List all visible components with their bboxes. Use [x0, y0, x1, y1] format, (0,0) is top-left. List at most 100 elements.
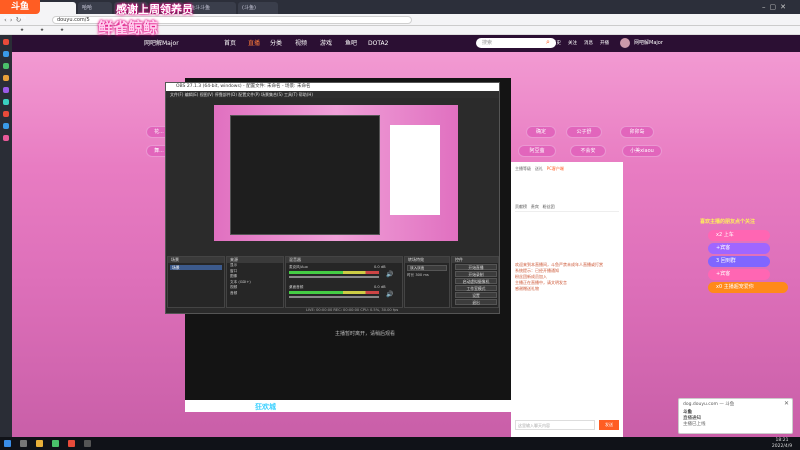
menu-pill[interactable]: 小美xiaou — [622, 145, 662, 157]
source-list: 显示 窗口 图像 文本 (GDI+) 视频 音频 — [227, 263, 283, 296]
app-icon[interactable] — [52, 440, 59, 447]
app-icon[interactable] — [3, 135, 9, 141]
header-download[interactable]: 下载 — [534, 39, 543, 48]
volume-slider[interactable] — [289, 276, 379, 278]
duration-label: 时长 — [407, 273, 415, 277]
nav-game[interactable]: 游戏 — [320, 39, 332, 48]
header-messages[interactable]: 消息 — [584, 39, 593, 48]
tab-label: 哈哈 — [82, 5, 93, 11]
app-icon[interactable] — [3, 87, 9, 93]
nav-live[interactable]: 直播 — [248, 39, 260, 48]
search-icon[interactable] — [20, 440, 27, 447]
promo-text-line1: 感谢上周领养员 — [116, 3, 193, 16]
menu-pill[interactable]: 确定 — [526, 126, 556, 138]
tab-label: (斗鱼) — [242, 5, 256, 11]
dock-sources: 来源 显示 窗口 图像 文本 (GDI+) 视频 音频 — [226, 256, 284, 308]
menu-pill[interactable]: 卯卯岛 — [620, 126, 654, 138]
speaker-icon[interactable]: 🔊 — [386, 271, 393, 278]
badge: 3 回到群 — [708, 256, 770, 267]
app-icon[interactable] — [3, 75, 9, 81]
tab-label: 鱼斗斗鱼 — [190, 5, 211, 11]
exit-button[interactable]: 退出 — [455, 299, 497, 305]
app-icon[interactable] — [3, 63, 9, 69]
app-icon[interactable] — [3, 99, 9, 105]
app-icon[interactable] — [3, 51, 9, 57]
badge: x2 上车 — [708, 230, 770, 241]
user-name[interactable]: 网吧解Major — [634, 39, 663, 48]
folder-icon[interactable] — [36, 440, 43, 447]
douyu-logo[interactable]: 斗鱼 — [0, 0, 40, 14]
clock[interactable]: 18:21 2022/4/9 — [766, 438, 798, 449]
badge: x0 主播超宠爱你 — [708, 282, 788, 293]
mixer-track-label: 桌面音频 — [289, 285, 304, 289]
header-follow[interactable]: 关注 — [568, 39, 577, 48]
dock-title: 控件 — [452, 257, 498, 263]
obs-icon[interactable] — [84, 440, 91, 447]
window-controls[interactable]: –▢✕ — [762, 2, 798, 12]
search-input[interactable]: 搜索 — [476, 38, 556, 48]
tab-1[interactable]: 哈哈 — [78, 2, 112, 14]
studio-mode-button[interactable]: 工作室模式 — [455, 285, 497, 291]
nav-video[interactable]: 视频 — [295, 39, 307, 48]
dock-title: 场景 — [168, 257, 224, 263]
header-history[interactable]: 历史 — [552, 39, 561, 48]
nested-chat — [390, 125, 440, 215]
player-bottom-label: 狂欢城 — [255, 403, 276, 411]
app-icon[interactable] — [3, 111, 9, 117]
menu-pill[interactable]: 公子舒 — [566, 126, 602, 138]
nav-category[interactable]: 分类 — [270, 39, 282, 48]
bookmark[interactable]: ★ — [60, 27, 64, 34]
nav-dota2[interactable]: DOTA2 — [368, 39, 388, 48]
obs-window[interactable]: OBS 27.1.3 (64-bit, windows) - 配置文件: 未命名… — [165, 82, 500, 314]
bookmark[interactable]: ★ — [20, 27, 24, 34]
stat-gift: 送礼 — [534, 166, 543, 171]
promo-text-line2: 鲜雀鲸鲸 — [98, 19, 159, 37]
duration-value[interactable]: 300 ms — [415, 273, 428, 277]
notification-toast[interactable]: dog.douyu.com — 斗鱼 斗鱼 直播通知 主播已上线 ✕ — [678, 398, 793, 434]
chat-stats: 主播等级 送礼 PC客户端 — [515, 166, 619, 178]
taskbar: 18:21 2022/4/9 — [0, 437, 800, 450]
browser-icon[interactable] — [68, 440, 75, 447]
volume-meter — [289, 291, 379, 294]
start-recording-button[interactable]: 开始录制 — [455, 271, 497, 277]
start-icon[interactable] — [4, 440, 11, 447]
source-item[interactable]: 音频 — [230, 291, 283, 297]
chat-messages: 欢迎来到本直播间，斗鱼严禁未成年人直播或打赏 系统提示：已经开播通知 粉丝团新成… — [515, 262, 619, 382]
dock-transitions: 转场特效 淡入淡出 时长 300 ms — [404, 256, 450, 308]
transition-select[interactable]: 淡入淡出 — [407, 265, 447, 271]
header-broadcast[interactable]: 开播 — [600, 39, 609, 48]
tab-contribution[interactable]: 贡献榜 — [515, 204, 527, 209]
tab-fanclub[interactable]: 粉丝团 — [543, 204, 555, 209]
nav-yuba[interactable]: 鱼吧 — [345, 39, 357, 48]
player-footer — [185, 400, 511, 412]
search-icon[interactable]: ⌕ — [546, 38, 550, 47]
chat-input[interactable]: 这里输入聊天内容 — [515, 420, 595, 430]
bookmark[interactable]: ★ — [40, 27, 44, 34]
obs-preview — [214, 105, 458, 241]
start-streaming-button[interactable]: 开始直播 — [455, 264, 497, 270]
nav-home[interactable]: 首页 — [224, 39, 236, 48]
virtual-camera-button[interactable]: 启动虚拟摄像机 — [455, 278, 497, 284]
stat-pc-client[interactable]: PC客户端 — [547, 166, 564, 171]
speaker-icon[interactable]: 🔊 — [386, 291, 393, 298]
tab-vip[interactable]: 贵宾 — [531, 204, 539, 209]
settings-button[interactable]: 设置 — [455, 292, 497, 298]
obs-menu-bar[interactable]: 文件(F) 编辑(E) 视图(V) 停靠部件(D) 配置文件(P) 场景集合(S… — [166, 91, 499, 98]
volume-slider[interactable] — [289, 296, 379, 298]
close-icon[interactable]: ✕ — [784, 400, 789, 407]
mixer-track-label: 麦克风/Aux — [289, 265, 308, 269]
app-icon[interactable] — [3, 39, 9, 45]
obs-status-bar: LIVE: 00:00:00 REC: 00:00:00 CPU: 0.5%, … — [306, 308, 399, 312]
dock-controls: 控件 开始直播 开始录制 启动虚拟摄像机 工作室模式 设置 退出 — [451, 256, 499, 308]
tab-5[interactable]: (斗鱼) — [238, 2, 278, 14]
send-button[interactable]: 发送 — [599, 420, 619, 430]
tab-4[interactable]: 鱼斗斗鱼 — [186, 2, 236, 14]
scene-item[interactable]: 场景 — [170, 265, 222, 270]
avatar[interactable] — [620, 38, 630, 48]
app-icon[interactable] — [3, 123, 9, 129]
menu-pill[interactable]: 不会安 — [570, 145, 606, 157]
menu-pill[interactable]: 阿豆萤 — [518, 145, 556, 157]
streamer-name: 网吧解Major — [144, 40, 179, 47]
toast-site: dog.douyu.com — 斗鱼 — [683, 402, 735, 407]
obs-title-bar: OBS 27.1.3 (64-bit, windows) - 配置文件: 未命名… — [166, 83, 499, 91]
